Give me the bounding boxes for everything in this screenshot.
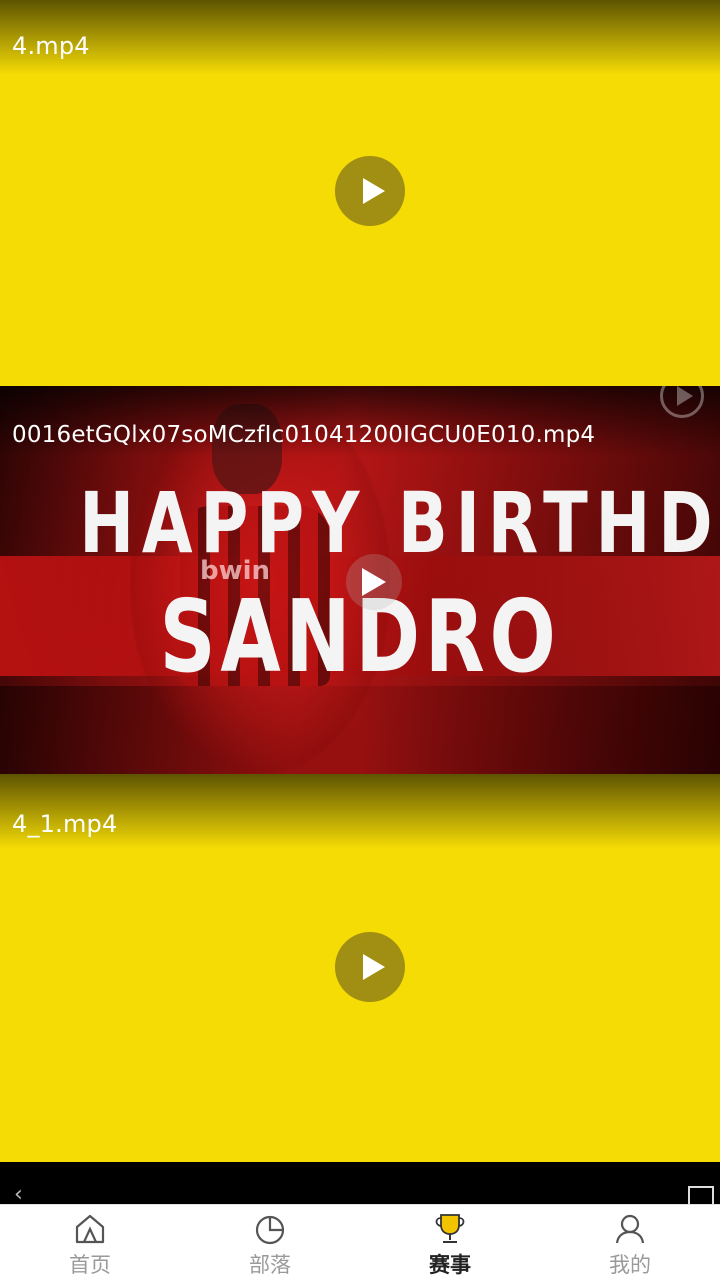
video-card[interactable]: bwin HAPPY BIRTHDAY SANDRO 0016etGQlx07s… (0, 386, 720, 774)
tab-label: 首页 (69, 1253, 111, 1277)
tab-events[interactable]: 赛事 (360, 1205, 540, 1280)
window-icon[interactable] (688, 1186, 714, 1204)
tab-home[interactable]: 首页 (0, 1205, 180, 1280)
user-icon (615, 1214, 645, 1244)
tab-label: 赛事 (429, 1253, 471, 1277)
trophy-icon (435, 1214, 465, 1243)
tab-label: 部落 (249, 1253, 291, 1277)
video-title: 4.mp4 (12, 32, 90, 60)
bottom-tab-bar: 首页 部落 赛事 我的 (0, 1204, 720, 1280)
play-button[interactable] (346, 554, 402, 610)
play-button[interactable] (335, 156, 405, 226)
video-card-partial[interactable]: ‹ (0, 1162, 720, 1204)
pie-chart-icon (255, 1215, 285, 1245)
video-title: 0016etGQlx07soMCzfIc01041200IGCU0E010.mp… (12, 422, 596, 448)
video-card[interactable]: 4_1.mp4 (0, 774, 720, 1162)
tab-label: 我的 (609, 1253, 651, 1277)
home-icon (75, 1214, 105, 1244)
tab-mine[interactable]: 我的 (540, 1205, 720, 1280)
video-title: 4_1.mp4 (12, 810, 118, 838)
back-arrow-icon[interactable]: ‹ (14, 1184, 23, 1205)
tab-tribe[interactable]: 部落 (180, 1205, 360, 1280)
video-card[interactable]: 4.mp4 (0, 0, 720, 386)
play-button[interactable] (335, 932, 405, 1002)
